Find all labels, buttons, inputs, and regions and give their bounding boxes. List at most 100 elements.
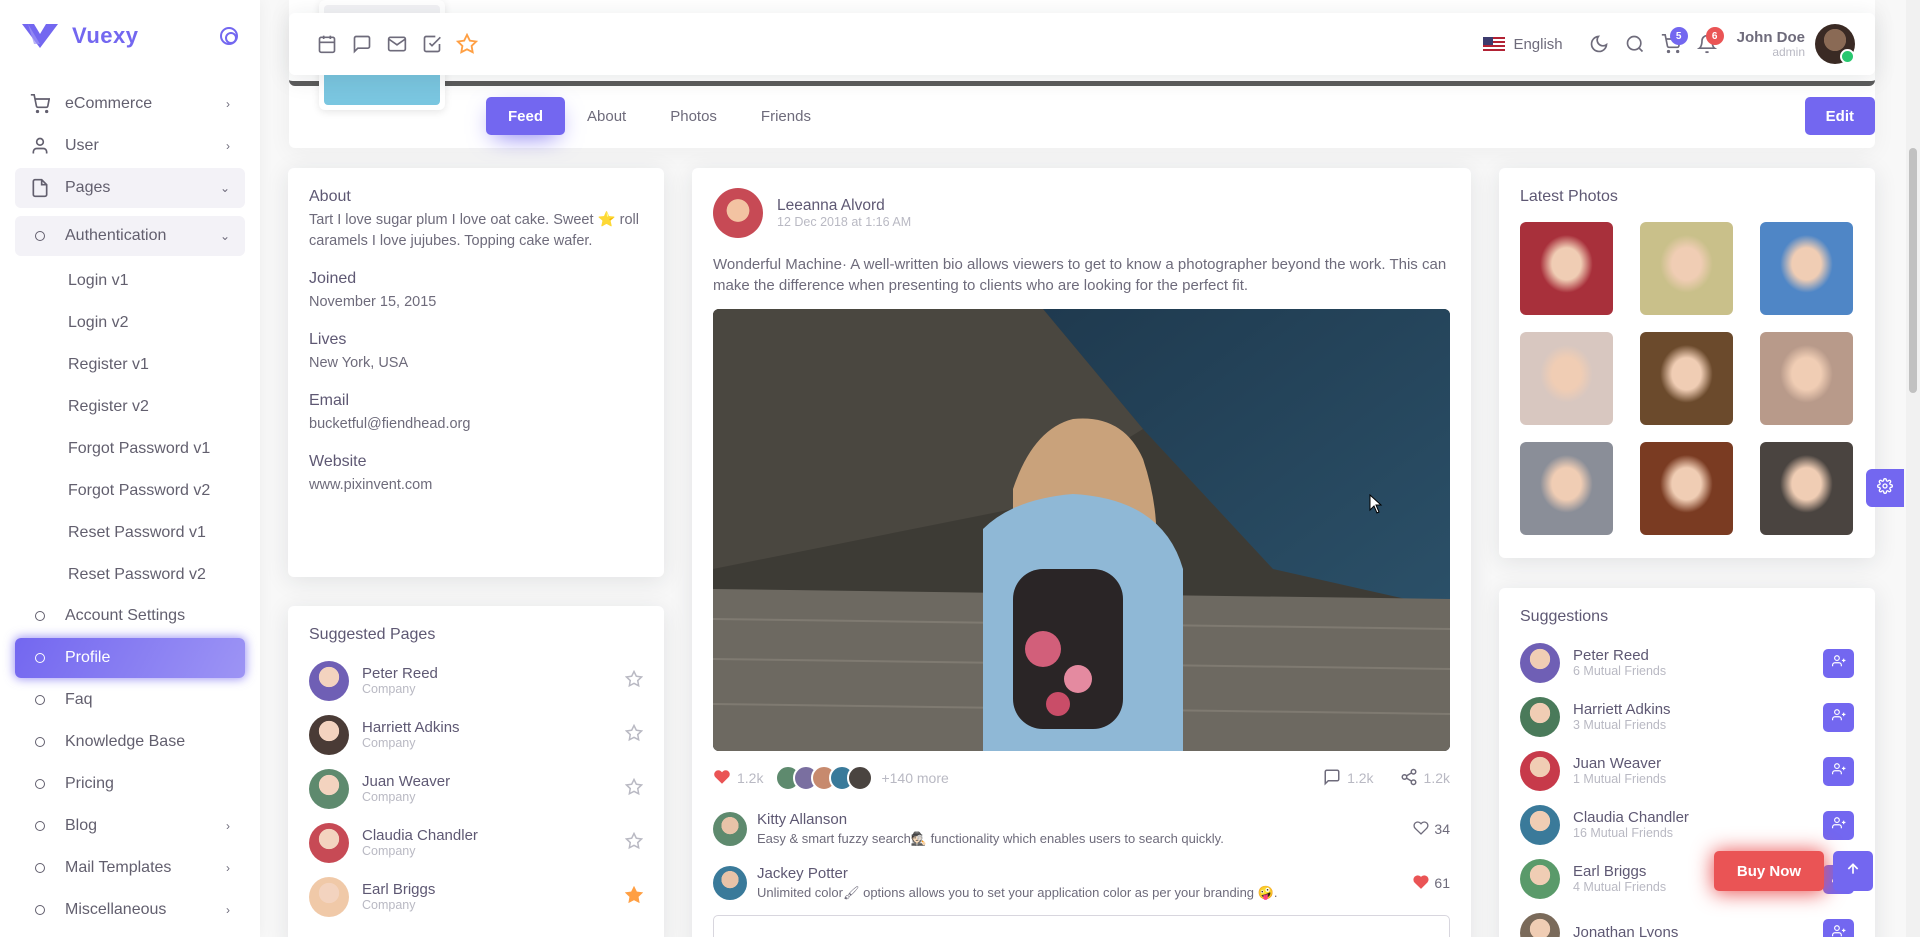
suggested-page-row[interactable]: Earl Briggs Company bbox=[309, 870, 644, 924]
chat-icon[interactable] bbox=[344, 27, 379, 62]
star-icon[interactable] bbox=[624, 831, 644, 854]
nav-subitem-register-v1[interactable]: Register v1 bbox=[15, 344, 245, 386]
nav-subitem-reset-password-v2[interactable]: Reset Password v2 bbox=[15, 554, 245, 596]
latest-photo[interactable] bbox=[1520, 332, 1613, 425]
suggestion-name[interactable]: Earl Briggs bbox=[1573, 863, 1666, 880]
suggested-page-row[interactable]: Peter Reed Company bbox=[309, 654, 644, 708]
comment-like[interactable]: 61 bbox=[1413, 874, 1450, 893]
tab-friends[interactable]: Friends bbox=[739, 97, 833, 135]
latest-photo[interactable] bbox=[1520, 442, 1613, 535]
buy-now-button[interactable]: Buy Now bbox=[1714, 851, 1824, 891]
nav-item-faq[interactable]: Faq bbox=[15, 680, 245, 720]
star-filled-icon[interactable] bbox=[624, 885, 644, 908]
scrollbar-thumb[interactable] bbox=[1909, 148, 1917, 393]
email-heading: Email bbox=[309, 392, 350, 409]
nav-item-profile[interactable]: Profile bbox=[15, 638, 245, 678]
user-plus-icon bbox=[1831, 708, 1846, 726]
nav-subitem-login-v1[interactable]: Login v1 bbox=[15, 260, 245, 302]
latest-photo[interactable] bbox=[1760, 222, 1853, 315]
nav-item-account-settings[interactable]: Account Settings bbox=[15, 596, 245, 636]
comment-author[interactable]: Jackey Potter bbox=[757, 865, 1277, 882]
comment-input[interactable] bbox=[713, 915, 1450, 937]
avatar[interactable] bbox=[1520, 697, 1560, 737]
nav-item-ecommerce[interactable]: eCommerce › bbox=[15, 84, 245, 124]
nav-item-user[interactable]: User › bbox=[15, 126, 245, 166]
vuexy-logo-icon[interactable] bbox=[22, 24, 58, 48]
avatar[interactable] bbox=[713, 866, 747, 900]
avatar[interactable] bbox=[1520, 913, 1560, 937]
nav-item-miscellaneous[interactable]: Miscellaneous › bbox=[15, 890, 245, 930]
liker-avatars[interactable] bbox=[775, 765, 874, 791]
latest-photo[interactable] bbox=[1640, 222, 1733, 315]
suggestion-name[interactable]: Harriett Adkins bbox=[1573, 701, 1671, 718]
moon-icon[interactable] bbox=[1581, 26, 1617, 62]
edit-button[interactable]: Edit bbox=[1804, 97, 1875, 135]
add-friend-button[interactable] bbox=[1823, 702, 1854, 732]
suggestion-name[interactable]: Claudia Chandler bbox=[1573, 809, 1689, 826]
star-icon[interactable] bbox=[624, 777, 644, 800]
comment-icon[interactable] bbox=[1323, 768, 1341, 789]
nav-subitem-reset-password-v1[interactable]: Reset Password v1 bbox=[15, 512, 245, 554]
post-author[interactable]: Leeanna Alvord bbox=[777, 197, 911, 215]
add-friend-button[interactable] bbox=[1823, 918, 1854, 937]
suggested-page-row[interactable]: Harriett Adkins Company bbox=[309, 708, 644, 762]
customizer-toggle[interactable] bbox=[1866, 469, 1904, 507]
latest-photo[interactable] bbox=[1640, 442, 1733, 535]
nav-label: User bbox=[65, 137, 99, 154]
nav-item-blog[interactable]: Blog › bbox=[15, 806, 245, 846]
suggested-page-row[interactable]: Claudia Chandler Company bbox=[309, 816, 644, 870]
shopping-cart-icon bbox=[30, 94, 50, 114]
avatar[interactable] bbox=[1520, 805, 1560, 845]
avatar[interactable] bbox=[1520, 643, 1560, 683]
avatar[interactable] bbox=[713, 188, 763, 238]
language-dropdown[interactable]: English bbox=[1483, 36, 1563, 53]
nav-item-pricing[interactable]: Pricing bbox=[15, 764, 245, 804]
latest-photo[interactable] bbox=[1760, 332, 1853, 425]
add-friend-button[interactable] bbox=[1823, 648, 1854, 678]
share-icon[interactable] bbox=[1400, 768, 1418, 789]
avatar[interactable] bbox=[713, 812, 747, 846]
tab-feed[interactable]: Feed bbox=[486, 97, 566, 135]
star-icon[interactable] bbox=[624, 723, 644, 746]
latest-photo[interactable] bbox=[1640, 332, 1733, 425]
calendar-icon[interactable] bbox=[309, 27, 344, 62]
avatar[interactable] bbox=[1520, 859, 1560, 899]
nav-item-pages[interactable]: Pages ⌄ bbox=[15, 168, 245, 208]
brand-name[interactable]: Vuexy bbox=[72, 23, 139, 49]
suggestion-name[interactable]: Juan Weaver bbox=[1573, 755, 1666, 772]
nav-subitem-forgot-password-v2[interactable]: Forgot Password v2 bbox=[15, 470, 245, 512]
comment-author[interactable]: Kitty Allanson bbox=[757, 811, 1224, 828]
user-dropdown[interactable]: John Doe admin bbox=[1737, 24, 1855, 64]
star-icon[interactable] bbox=[624, 669, 644, 692]
nav-item-knowledge-base[interactable]: Knowledge Base bbox=[15, 722, 245, 762]
tab-photos[interactable]: Photos bbox=[648, 97, 739, 135]
suggestion-name[interactable]: Jonathan Lyons bbox=[1573, 924, 1678, 937]
nav-subitem-forgot-password-v1[interactable]: Forgot Password v1 bbox=[15, 428, 245, 470]
latest-photo[interactable] bbox=[1760, 442, 1853, 535]
nav-subitem-login-v2[interactable]: Login v2 bbox=[15, 302, 245, 344]
mail-icon[interactable] bbox=[379, 27, 414, 62]
todo-check-icon[interactable] bbox=[414, 27, 449, 62]
post-image[interactable] bbox=[713, 309, 1450, 751]
add-friend-button[interactable] bbox=[1823, 756, 1854, 786]
nav-item-authentication[interactable]: Authentication ⌄ bbox=[15, 216, 245, 256]
latest-photo[interactable] bbox=[1520, 222, 1613, 315]
page-scrollbar[interactable] bbox=[1906, 0, 1920, 937]
suggested-page-row[interactable]: Juan Weaver Company bbox=[309, 762, 644, 816]
tab-about[interactable]: About bbox=[565, 97, 648, 135]
collapse-toggle-icon[interactable] bbox=[220, 27, 238, 45]
star-bookmark-icon[interactable] bbox=[449, 27, 484, 62]
comment-like[interactable]: 34 bbox=[1413, 820, 1450, 839]
add-friend-button[interactable] bbox=[1823, 810, 1854, 840]
nav-item-mail-templates[interactable]: Mail Templates › bbox=[15, 848, 245, 888]
nav-subitem-register-v2[interactable]: Register v2 bbox=[15, 386, 245, 428]
avatar[interactable] bbox=[1520, 751, 1560, 791]
search-icon[interactable] bbox=[1617, 26, 1653, 62]
heart-filled-icon[interactable] bbox=[713, 768, 731, 789]
bell-icon[interactable]: 6 bbox=[1689, 26, 1725, 62]
avatar bbox=[1815, 24, 1855, 64]
suggestion-name[interactable]: Peter Reed bbox=[1573, 647, 1666, 664]
scroll-top-button[interactable] bbox=[1833, 851, 1873, 891]
more-likers[interactable]: +140 more bbox=[881, 770, 948, 786]
cart-icon[interactable]: 5 bbox=[1653, 26, 1689, 62]
